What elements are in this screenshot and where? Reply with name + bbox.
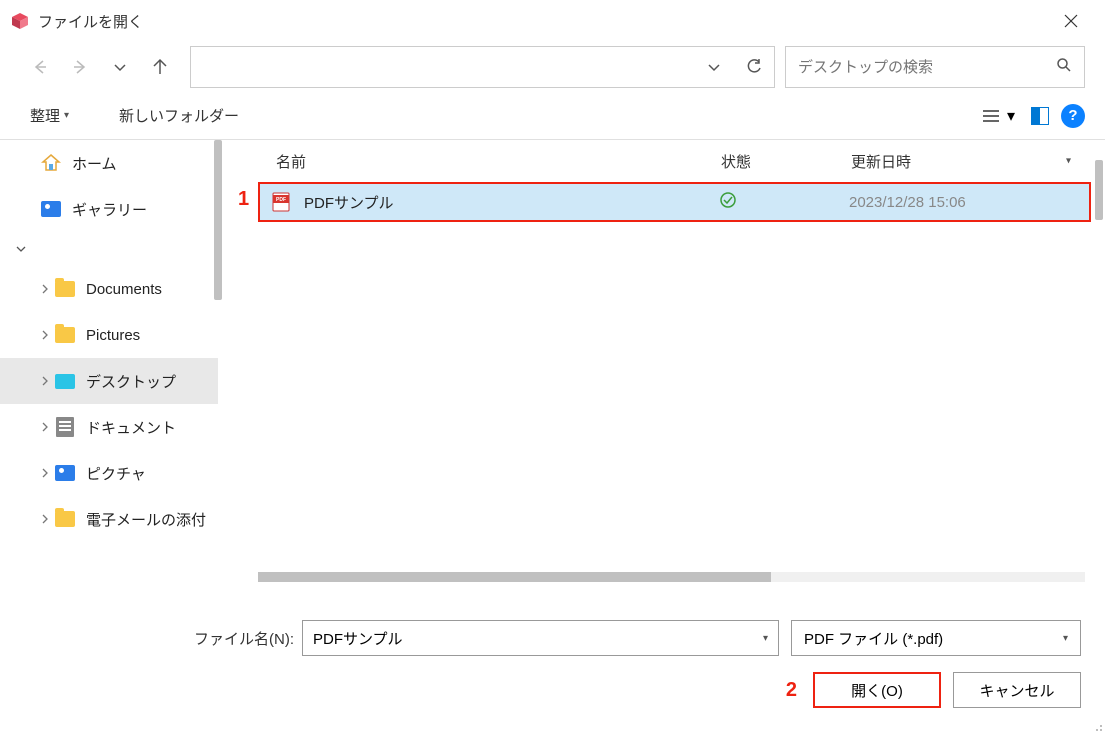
sidebar-item-pictures-jp[interactable]: ピクチャ — [0, 450, 218, 496]
sidebar-item-pictures[interactable]: Pictures — [0, 312, 218, 358]
sidebar-item-label: 電子メールの添付 — [86, 509, 206, 530]
chevron-right-icon — [36, 422, 54, 432]
new-folder-label: 新しいフォルダー — [119, 105, 239, 126]
address-dropdown-button[interactable] — [694, 47, 734, 87]
arrow-right-icon — [71, 58, 89, 76]
gallery-icon — [40, 198, 62, 220]
filename-input[interactable] — [313, 630, 763, 647]
nav-recent-button[interactable] — [100, 47, 140, 87]
caret-down-icon: ▾ — [64, 110, 69, 121]
column-status[interactable]: 状態 — [721, 151, 851, 172]
chevron-down-icon — [12, 244, 30, 254]
sidebar-item-gallery[interactable]: ギャラリー — [0, 186, 218, 232]
sidebar-item-label: デスクトップ — [86, 371, 176, 392]
new-folder-button[interactable]: 新しいフォルダー — [109, 99, 249, 132]
arrow-left-icon — [31, 58, 49, 76]
file-row[interactable]: PDF PDFサンプル 2023/12/28 15:06 — [258, 182, 1091, 222]
chevron-down-icon — [113, 60, 127, 74]
chevron-down-icon — [707, 60, 721, 74]
pdf-icon: PDF — [270, 191, 292, 213]
nav-row — [0, 42, 1105, 92]
list-view-icon — [981, 108, 1001, 124]
close-button[interactable] — [1047, 0, 1095, 42]
annotation-marker-1: 1 — [238, 188, 249, 211]
refresh-icon — [745, 58, 763, 76]
folder-icon — [54, 278, 76, 300]
organize-button[interactable]: 整理 ▾ — [20, 99, 79, 132]
cancel-button[interactable]: キャンセル — [953, 672, 1081, 708]
sidebar: ホーム ギャラリー Documents Pictures — [0, 140, 218, 590]
picture-icon — [54, 462, 76, 484]
open-button[interactable]: 開く(O) — [813, 672, 941, 708]
preview-pane-button[interactable] — [1031, 107, 1049, 125]
chevron-right-icon — [36, 514, 54, 524]
vertical-scrollbar[interactable] — [1095, 160, 1103, 220]
chevron-right-icon — [36, 468, 54, 478]
column-headers: 名前 状態 更新日時 ▾ — [218, 140, 1091, 182]
nav-back-button[interactable] — [20, 47, 60, 87]
filename-label: ファイル名(N): — [24, 628, 294, 649]
main-area: ホーム ギャラリー Documents Pictures — [0, 140, 1105, 590]
bottom-panel: ファイル名(N): ▾ PDF ファイル (*.pdf) ▾ 2 開く(O) キ… — [0, 590, 1105, 720]
scrollbar-thumb[interactable] — [258, 572, 771, 582]
chevron-down-icon: ▾ — [763, 633, 768, 644]
window-title: ファイルを開く — [38, 11, 143, 32]
sidebar-item-label: Documents — [86, 281, 162, 298]
view-mode-button[interactable]: ▾ — [977, 102, 1019, 130]
sidebar-item-label: ホーム — [72, 153, 117, 174]
refresh-button[interactable] — [734, 47, 774, 87]
horizontal-scrollbar[interactable] — [258, 572, 1085, 582]
resize-grip[interactable] — [1091, 719, 1103, 731]
sidebar-section-toggle[interactable] — [0, 232, 218, 266]
filetype-label: PDF ファイル (*.pdf) — [804, 628, 943, 649]
sidebar-item-desktop[interactable]: デスクトップ — [0, 358, 218, 404]
nav-forward-button[interactable] — [60, 47, 100, 87]
filetype-combo[interactable]: PDF ファイル (*.pdf) ▾ — [791, 620, 1081, 656]
sidebar-item-label: Pictures — [86, 327, 140, 344]
nav-up-button[interactable] — [140, 47, 180, 87]
file-list: 名前 状態 更新日時 ▾ 1 PDF PDFサンプル 2023/12/28 15… — [218, 140, 1105, 590]
sidebar-item-documents-jp[interactable]: ドキュメント — [0, 404, 218, 450]
organize-label: 整理 — [30, 105, 60, 126]
chevron-right-icon — [36, 330, 54, 340]
folder-icon — [54, 324, 76, 346]
filename-combo[interactable]: ▾ — [302, 620, 779, 656]
file-status — [719, 191, 849, 213]
sidebar-item-label: ギャラリー — [72, 199, 147, 220]
address-bar[interactable] — [190, 46, 775, 88]
desktop-icon — [54, 370, 76, 392]
home-icon — [40, 152, 62, 174]
column-name[interactable]: 名前 — [276, 151, 721, 172]
toolbar: 整理 ▾ 新しいフォルダー ▾ ? — [0, 92, 1105, 140]
sidebar-item-label: ピクチャ — [86, 463, 146, 484]
file-date: 2023/12/28 15:06 — [849, 194, 1089, 211]
sidebar-item-label: ドキュメント — [86, 417, 176, 438]
chevron-down-icon: ▾ — [1063, 633, 1068, 644]
sidebar-item-email-attach[interactable]: 電子メールの添付 — [0, 496, 218, 542]
search-input[interactable] — [798, 59, 1056, 76]
file-name: PDFサンプル — [304, 192, 719, 213]
svg-text:PDF: PDF — [276, 197, 286, 203]
chevron-down-icon: ▾ — [1066, 156, 1071, 167]
check-circle-icon — [719, 191, 737, 209]
folder-icon — [54, 508, 76, 530]
close-icon — [1064, 14, 1078, 28]
annotation-marker-2: 2 — [786, 679, 797, 702]
search-box[interactable] — [785, 46, 1085, 88]
app-icon — [10, 11, 30, 31]
sidebar-item-documents[interactable]: Documents — [0, 266, 218, 312]
arrow-up-icon — [151, 58, 169, 76]
chevron-right-icon — [36, 284, 54, 294]
help-button[interactable]: ? — [1061, 104, 1085, 128]
caret-down-icon: ▾ — [1007, 106, 1015, 126]
sidebar-item-home[interactable]: ホーム — [0, 140, 218, 186]
chevron-right-icon — [36, 376, 54, 386]
column-date[interactable]: 更新日時 ▾ — [851, 151, 1091, 172]
title-bar: ファイルを開く — [0, 0, 1105, 42]
search-icon — [1056, 57, 1072, 78]
document-icon — [54, 416, 76, 438]
